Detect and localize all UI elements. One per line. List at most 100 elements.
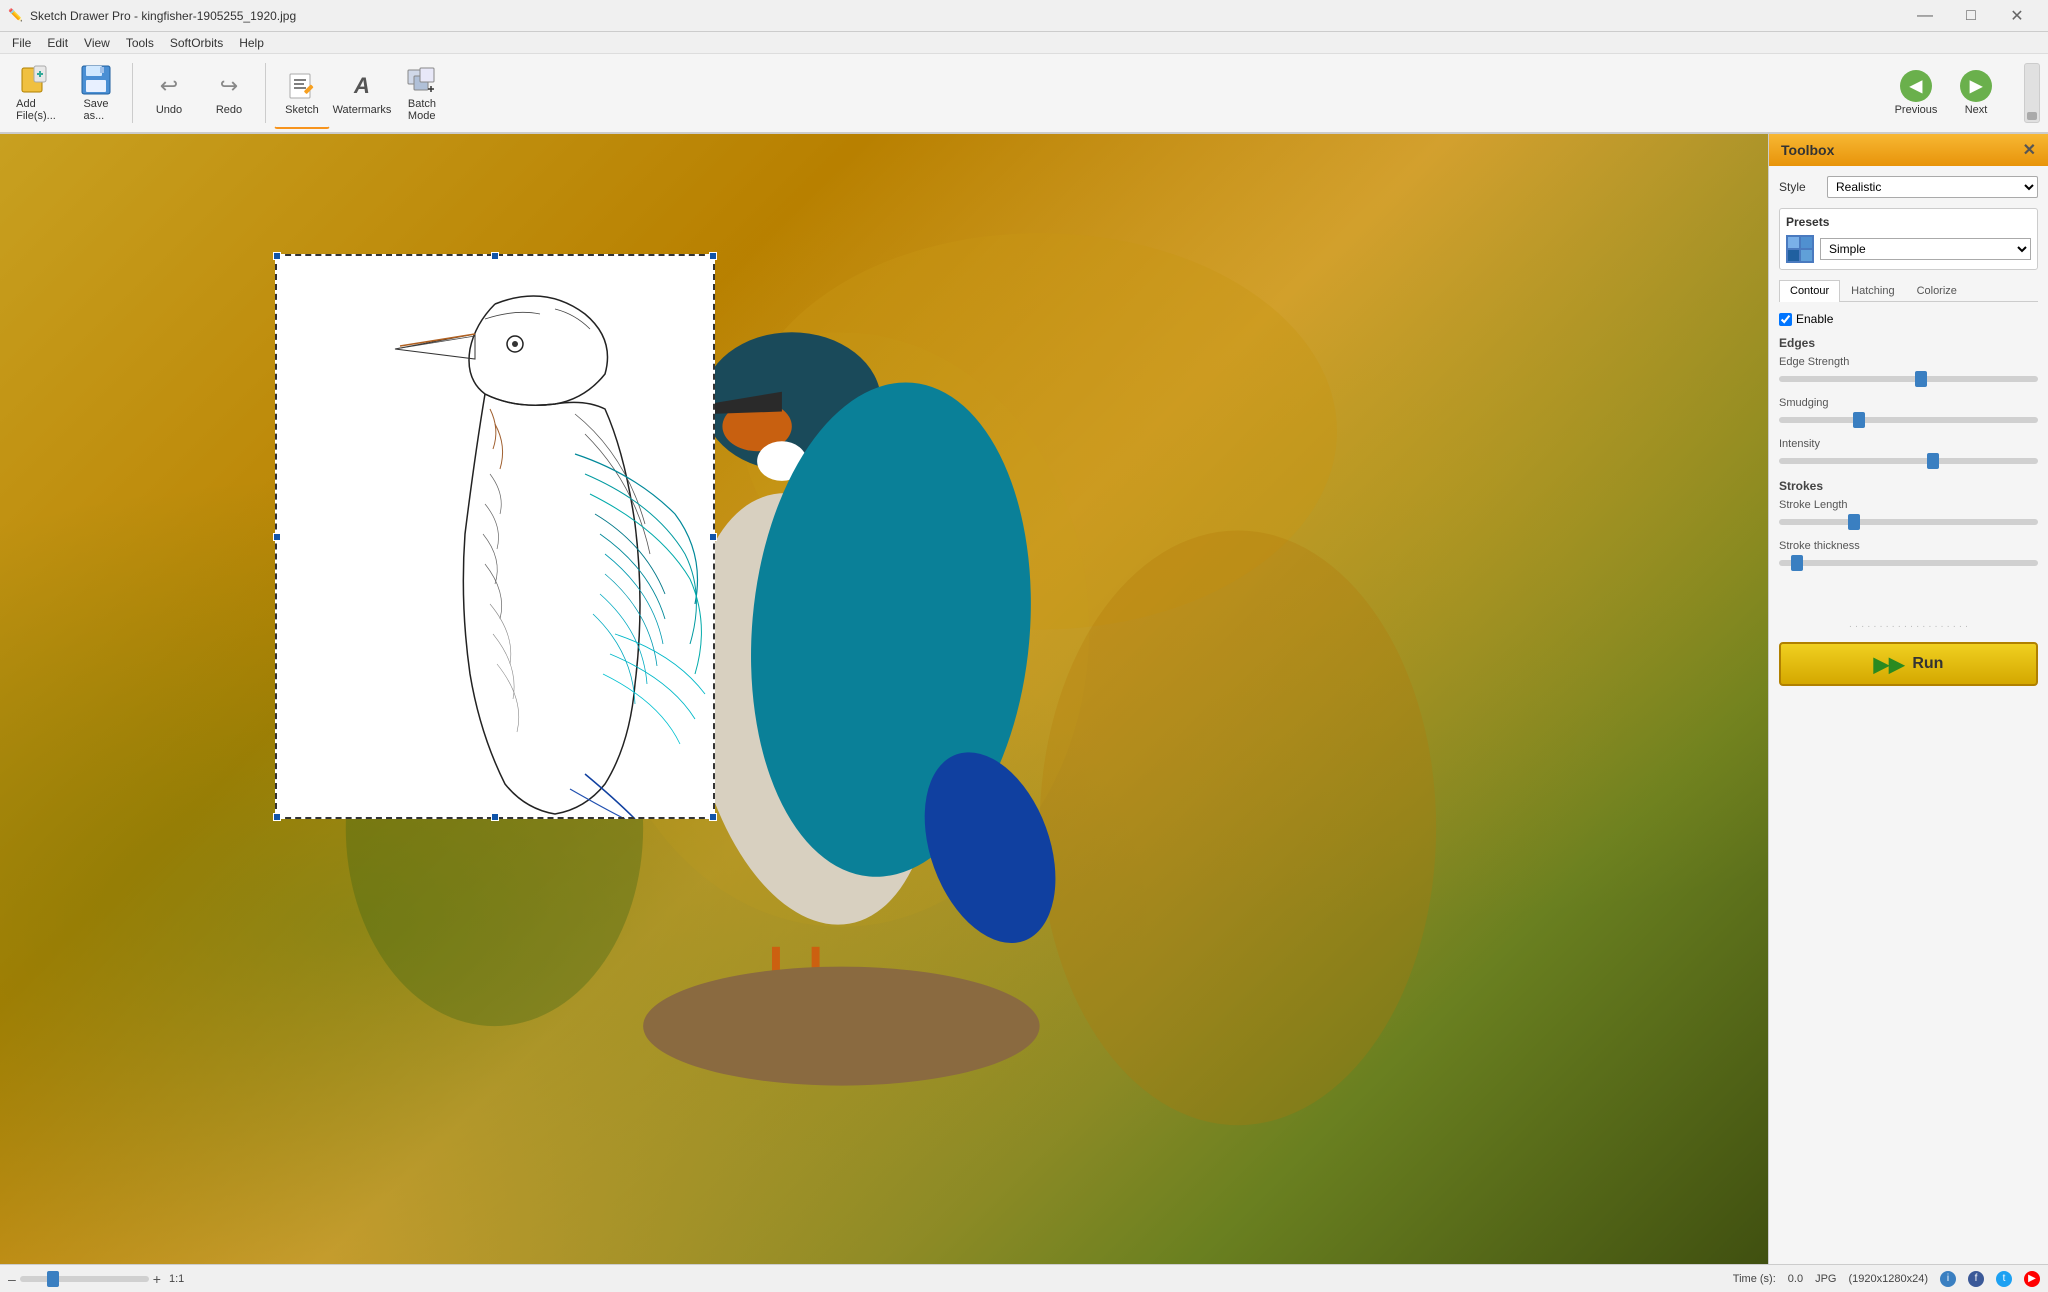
canvas-area[interactable] xyxy=(0,134,1768,1264)
edge-strength-slider[interactable] xyxy=(1779,376,2038,382)
presets-section: Presets Simple Medium xyxy=(1779,208,2038,270)
menu-help[interactable]: Help xyxy=(231,34,272,52)
menu-file[interactable]: File xyxy=(4,34,39,52)
enable-label[interactable]: Enable xyxy=(1796,312,1833,326)
toolbox-panel: Toolbox ✕ Style Realistic Simple Detaile… xyxy=(1768,134,2048,1264)
enable-row: Enable xyxy=(1779,312,2038,326)
zoom-controls: – + xyxy=(8,1271,161,1287)
stroke-thickness-label: Stroke thickness xyxy=(1779,540,2038,552)
smudging-row: Smudging xyxy=(1779,397,2038,426)
separator-dots: · · · · · · · · · · · · · · · · · · · · xyxy=(1779,621,2038,632)
edges-label: Edges xyxy=(1779,336,2038,350)
undo-icon: ↩ xyxy=(153,70,185,102)
menu-view[interactable]: View xyxy=(76,34,118,52)
menu-edit[interactable]: Edit xyxy=(39,34,76,52)
presets-icon xyxy=(1786,235,1814,263)
presets-row: Simple Medium Complex Artistic xyxy=(1786,235,2031,263)
time-label: Time (s): xyxy=(1733,1273,1776,1285)
format-badge: JPG xyxy=(1815,1273,1836,1285)
save-as-button[interactable]: Saveas... xyxy=(68,57,124,129)
sketch-area xyxy=(275,254,715,819)
main-area: Toolbox ✕ Style Realistic Simple Detaile… xyxy=(0,134,2048,1264)
facebook-icon[interactable]: f xyxy=(1968,1271,1984,1287)
style-label: Style xyxy=(1779,180,1819,194)
run-arrow-icon: ▶▶ xyxy=(1874,652,1905,677)
tab-contour[interactable]: Contour xyxy=(1779,280,1840,302)
style-row: Style Realistic Simple Detailed Artistic xyxy=(1779,176,2038,198)
youtube-icon[interactable]: ▶ xyxy=(2024,1271,2040,1287)
status-bar: – + 1:1 Time (s): 0.0 JPG (1920x1280x24)… xyxy=(0,1264,2048,1292)
save-icon xyxy=(80,64,112,96)
toolbar-separator-2 xyxy=(265,63,266,123)
previous-icon: ◀ xyxy=(1900,70,1932,102)
undo-label: Undo xyxy=(156,104,182,116)
toolbox-body: Style Realistic Simple Detailed Artistic… xyxy=(1769,166,2048,1264)
time-value: 0.0 xyxy=(1788,1273,1803,1285)
toolbox-header: Toolbox ✕ xyxy=(1769,134,2048,166)
zoom-slider[interactable] xyxy=(20,1276,149,1282)
run-button[interactable]: ▶▶ Run xyxy=(1779,642,2038,686)
stroke-thickness-slider[interactable] xyxy=(1779,560,2038,566)
stroke-thickness-row: Stroke thickness xyxy=(1779,540,2038,569)
smudging-label: Smudging xyxy=(1779,397,2038,409)
undo-button[interactable]: ↩ Undo xyxy=(141,57,197,129)
spacer xyxy=(1779,581,2038,621)
watermarks-icon: A xyxy=(346,70,378,102)
status-left: – + 1:1 xyxy=(8,1271,184,1287)
menu-tools[interactable]: Tools xyxy=(118,34,162,52)
twitter-icon[interactable]: t xyxy=(1996,1271,2012,1287)
intensity-row: Intensity xyxy=(1779,438,2038,467)
tabs-row: Contour Hatching Colorize xyxy=(1779,280,2038,302)
toolbox-title: Toolbox xyxy=(1781,142,1834,158)
info-icon[interactable]: i xyxy=(1940,1271,1956,1287)
close-button[interactable]: ✕ xyxy=(1994,0,2040,32)
batch-mode-button[interactable]: BatchMode xyxy=(394,57,450,129)
window-title: Sketch Drawer Pro - kingfisher-1905255_1… xyxy=(30,9,1902,23)
zoom-in-button[interactable]: + xyxy=(153,1271,161,1287)
batch-mode-label: BatchMode xyxy=(408,98,436,122)
enable-checkbox[interactable] xyxy=(1779,313,1792,326)
presets-select[interactable]: Simple Medium Complex Artistic xyxy=(1820,238,2031,260)
menu-softorbits[interactable]: SoftOrbits xyxy=(162,34,231,52)
tab-colorize[interactable]: Colorize xyxy=(1906,280,1968,301)
intensity-slider[interactable] xyxy=(1779,458,2038,464)
sketch-icon xyxy=(286,70,318,102)
smudging-slider[interactable] xyxy=(1779,417,2038,423)
watermarks-button[interactable]: A Watermarks xyxy=(334,57,390,129)
next-label: Next xyxy=(1965,104,1988,116)
presets-title: Presets xyxy=(1786,215,2031,229)
intensity-label: Intensity xyxy=(1779,438,2038,450)
redo-icon: ↪ xyxy=(213,70,245,102)
sketch-button[interactable]: Sketch xyxy=(274,57,330,129)
menu-bar: File Edit View Tools SoftOrbits Help xyxy=(0,32,2048,54)
previous-button[interactable]: ◀ Previous xyxy=(1888,57,1944,129)
style-select[interactable]: Realistic Simple Detailed Artistic xyxy=(1827,176,2038,198)
tab-hatching[interactable]: Hatching xyxy=(1840,280,1905,301)
add-files-label: AddFile(s)... xyxy=(16,98,56,122)
dimensions-badge: (1920x1280x24) xyxy=(1848,1273,1928,1285)
next-icon: ▶ xyxy=(1960,70,1992,102)
toolbox-close-button[interactable]: ✕ xyxy=(2023,140,2036,160)
previous-label: Previous xyxy=(1895,104,1938,116)
minimize-button[interactable]: — xyxy=(1902,0,1948,32)
redo-button[interactable]: ↪ Redo xyxy=(201,57,257,129)
window-controls: — □ ✕ xyxy=(1902,0,2040,32)
watermarks-label: Watermarks xyxy=(333,104,392,116)
toolbar-scrollbar xyxy=(2024,63,2040,123)
maximize-button[interactable]: □ xyxy=(1948,0,1994,32)
add-icon xyxy=(20,64,52,96)
next-button[interactable]: ▶ Next xyxy=(1948,57,2004,129)
title-bar: ✏️ Sketch Drawer Pro - kingfisher-190525… xyxy=(0,0,2048,32)
bird-sketch-svg xyxy=(275,254,715,819)
zoom-out-button[interactable]: – xyxy=(8,1271,16,1287)
zoom-level: 1:1 xyxy=(169,1273,184,1285)
run-label: Run xyxy=(1912,655,1943,673)
stroke-length-slider[interactable] xyxy=(1779,519,2038,525)
strokes-label: Strokes xyxy=(1779,479,2038,493)
sketch-label: Sketch xyxy=(285,104,319,116)
add-files-button[interactable]: AddFile(s)... xyxy=(8,57,64,129)
toolbar: AddFile(s)... Saveas... ↩ Undo ↪ Redo xyxy=(0,54,2048,134)
stroke-length-row: Stroke Length xyxy=(1779,499,2038,528)
bird-sketch-container xyxy=(160,254,730,819)
app-icon: ✏️ xyxy=(8,8,24,24)
